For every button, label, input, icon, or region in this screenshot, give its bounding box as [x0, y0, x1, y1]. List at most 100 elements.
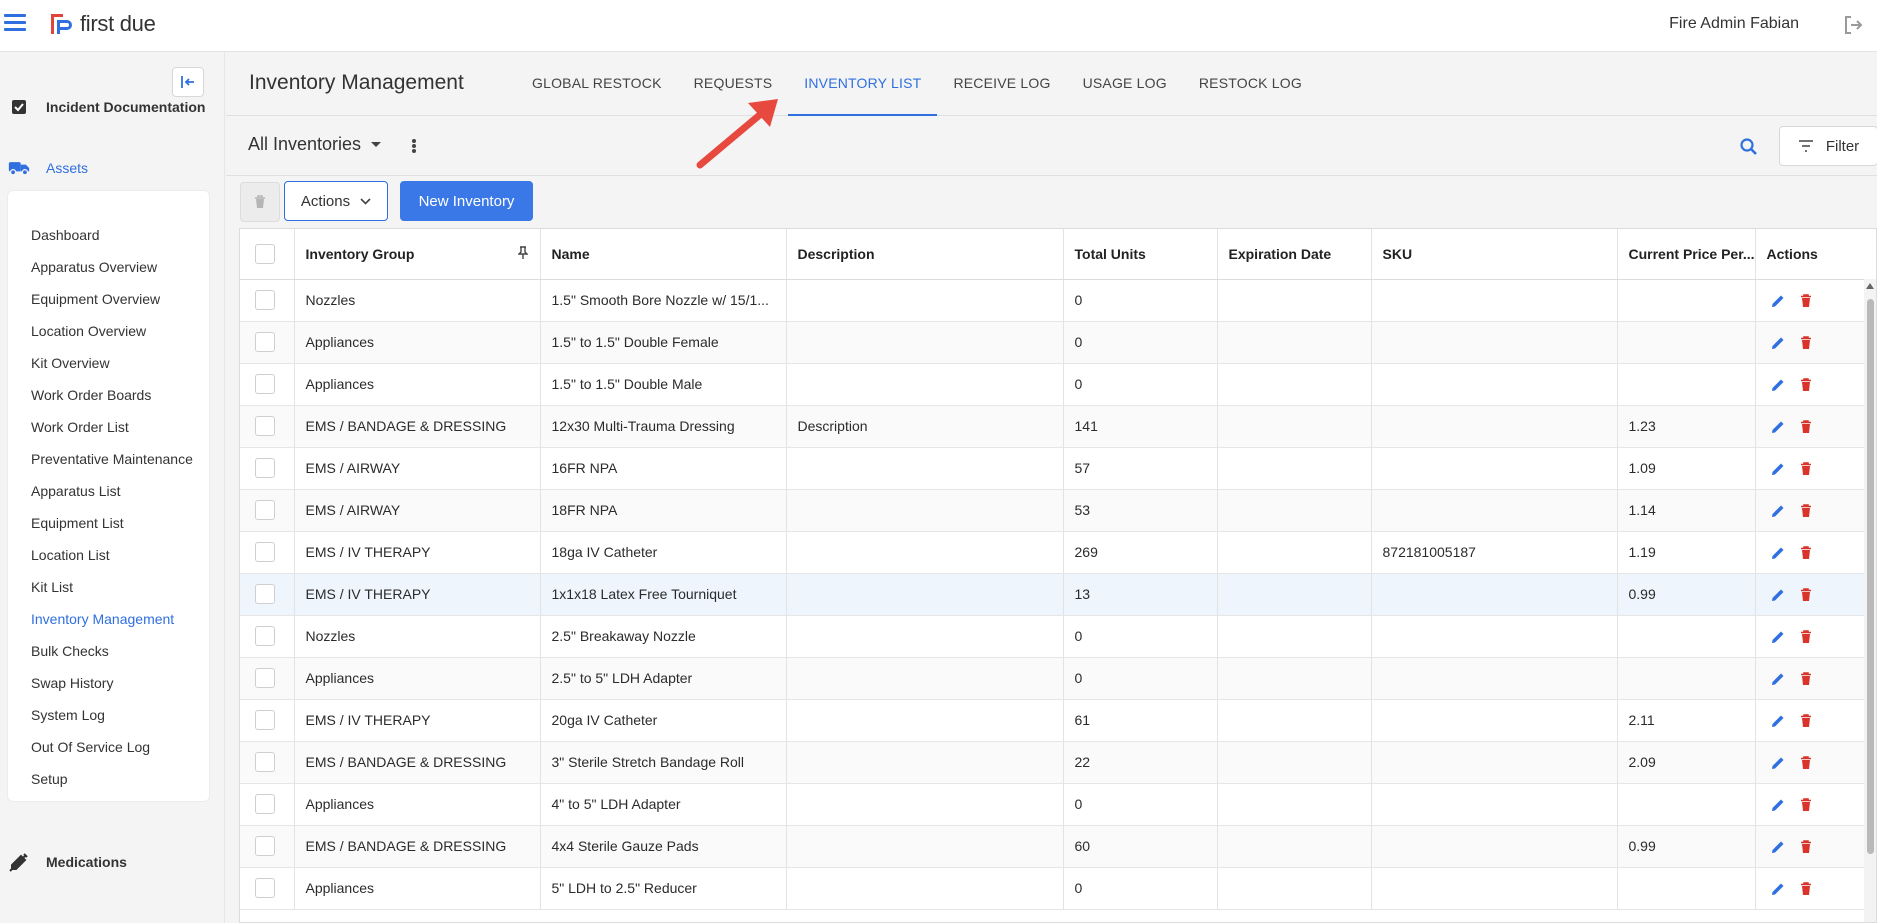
row-checkbox[interactable]: [255, 752, 275, 772]
scroll-up-icon[interactable]: [1866, 283, 1874, 289]
edit-icon[interactable]: [1770, 503, 1786, 519]
table-row[interactable]: EMS / IV THERAPY 18ga IV Catheter 269 87218…: [240, 531, 1876, 574]
select-all-checkbox[interactable]: [255, 243, 275, 264]
sidebar-item-swap-history[interactable]: Swap History: [8, 667, 209, 699]
column-header-total-units[interactable]: Total Units: [1063, 229, 1218, 280]
filter-button[interactable]: Filter: [1779, 126, 1877, 166]
row-checkbox[interactable]: [255, 668, 275, 688]
row-checkbox-cell[interactable]: [240, 489, 295, 532]
delete-icon[interactable]: [1798, 755, 1814, 771]
delete-icon[interactable]: [1798, 335, 1814, 351]
logout-icon[interactable]: [1841, 13, 1865, 37]
sidebar-item-preventative-maintenance[interactable]: Preventative Maintenance: [8, 443, 209, 475]
column-header-expiration-date[interactable]: Expiration Date: [1217, 229, 1372, 280]
delete-icon[interactable]: [1798, 503, 1814, 519]
table-row[interactable]: EMS / BANDAGE & DRESSING 3" Sterile Stret…: [240, 741, 1876, 784]
table-row[interactable]: Appliances 1.5" to 1.5" Double Female 0: [240, 321, 1876, 364]
tab-global-restock[interactable]: GLOBAL RESTOCK: [516, 52, 678, 116]
sidebar-item-bulk-checks[interactable]: Bulk Checks: [8, 635, 209, 667]
bulk-delete-button[interactable]: [240, 182, 280, 222]
table-row[interactable]: Appliances 5" LDH to 2.5" Reducer 0: [240, 867, 1876, 910]
edit-icon[interactable]: [1770, 335, 1786, 351]
table-row[interactable]: Appliances 4" to 5" LDH Adapter 0: [240, 783, 1876, 826]
table-row[interactable]: EMS / AIRWAY 16FR NPA 57 1.09: [240, 447, 1876, 490]
row-checkbox-cell[interactable]: [240, 573, 295, 616]
table-row[interactable]: Nozzles 2.5" Breakaway Nozzle 0: [240, 615, 1876, 658]
sidebar-item-out-of-service-log[interactable]: Out Of Service Log: [8, 731, 209, 763]
sidebar-item-apparatus-overview[interactable]: Apparatus Overview: [8, 251, 209, 283]
edit-icon[interactable]: [1770, 377, 1786, 393]
delete-icon[interactable]: [1798, 881, 1814, 897]
edit-icon[interactable]: [1770, 755, 1786, 771]
delete-icon[interactable]: [1798, 839, 1814, 855]
delete-icon[interactable]: [1798, 419, 1814, 435]
table-row[interactable]: EMS / IV THERAPY 20ga IV Catheter 61 2.11: [240, 699, 1876, 742]
row-checkbox-cell[interactable]: [240, 447, 295, 490]
row-checkbox-cell[interactable]: [240, 825, 295, 868]
sidebar-section-medications[interactable]: Medications: [8, 852, 127, 872]
sidebar-item-setup[interactable]: Setup: [8, 763, 209, 795]
table-row[interactable]: EMS / AIRWAY 18FR NPA 53 1.14: [240, 489, 1876, 532]
hamburger-icon[interactable]: [4, 14, 26, 32]
sidebar-item-kit-list[interactable]: Kit List: [8, 571, 209, 603]
delete-icon[interactable]: [1798, 629, 1814, 645]
sidebar-item-inventory-management[interactable]: Inventory Management: [8, 603, 209, 635]
edit-icon[interactable]: [1770, 293, 1786, 309]
app-logo[interactable]: first due: [48, 11, 156, 37]
row-checkbox-cell[interactable]: [240, 531, 295, 574]
tab-usage-log[interactable]: USAGE LOG: [1067, 52, 1183, 116]
row-checkbox[interactable]: [255, 332, 275, 352]
sidebar-section-assets[interactable]: Assets: [8, 158, 88, 178]
table-row[interactable]: EMS / BANDAGE & DRESSING 12x30 Multi-Trau…: [240, 405, 1876, 448]
sidebar-item-work-order-boards[interactable]: Work Order Boards: [8, 379, 209, 411]
row-checkbox-cell[interactable]: [240, 867, 295, 910]
sidebar-item-equipment-list[interactable]: Equipment List: [8, 507, 209, 539]
tab-inventory-list[interactable]: INVENTORY LIST: [788, 52, 938, 116]
row-checkbox[interactable]: [255, 416, 275, 436]
sidebar-item-system-log[interactable]: System Log: [8, 699, 209, 731]
delete-icon[interactable]: [1798, 671, 1814, 687]
row-checkbox-cell[interactable]: [240, 615, 295, 658]
tab-restock-log[interactable]: RESTOCK LOG: [1183, 52, 1318, 116]
column-header-name[interactable]: Name: [540, 229, 787, 280]
row-checkbox[interactable]: [255, 794, 275, 814]
row-checkbox[interactable]: [255, 500, 275, 520]
edit-icon[interactable]: [1770, 713, 1786, 729]
select-all-checkbox-cell[interactable]: [240, 229, 295, 280]
edit-icon[interactable]: [1770, 629, 1786, 645]
column-header-description[interactable]: Description: [786, 229, 1064, 280]
sidebar-section-incident[interactable]: Incident Documentation: [8, 97, 205, 117]
row-checkbox[interactable]: [255, 710, 275, 730]
edit-icon[interactable]: [1770, 797, 1786, 813]
scrollbar-thumb[interactable]: [1867, 299, 1874, 854]
edit-icon[interactable]: [1770, 881, 1786, 897]
sidebar-item-kit-overview[interactable]: Kit Overview: [8, 347, 209, 379]
delete-icon[interactable]: [1798, 587, 1814, 603]
sidebar-item-dashboard[interactable]: Dashboard: [8, 219, 209, 251]
pin-icon[interactable]: [517, 246, 528, 260]
column-header-current-price[interactable]: Current Price Per...: [1617, 229, 1756, 280]
column-header-inventory-group[interactable]: Inventory Group: [294, 229, 541, 280]
delete-icon[interactable]: [1798, 461, 1814, 477]
search-icon[interactable]: [1738, 136, 1760, 158]
row-checkbox[interactable]: [255, 626, 275, 646]
edit-icon[interactable]: [1770, 839, 1786, 855]
row-checkbox-cell[interactable]: [240, 363, 295, 406]
row-checkbox[interactable]: [255, 542, 275, 562]
sidebar-item-equipment-overview[interactable]: Equipment Overview: [8, 283, 209, 315]
row-checkbox-cell[interactable]: [240, 321, 295, 364]
sidebar-item-apparatus-list[interactable]: Apparatus List: [8, 475, 209, 507]
table-row[interactable]: EMS / BANDAGE & DRESSING 4x4 Sterile Gauz…: [240, 825, 1876, 868]
row-checkbox-cell[interactable]: [240, 783, 295, 826]
edit-icon[interactable]: [1770, 545, 1786, 561]
edit-icon[interactable]: [1770, 671, 1786, 687]
delete-icon[interactable]: [1798, 545, 1814, 561]
tab-requests[interactable]: REQUESTS: [678, 52, 789, 116]
row-checkbox[interactable]: [255, 878, 275, 898]
sidebar-item-work-order-list[interactable]: Work Order List: [8, 411, 209, 443]
delete-icon[interactable]: [1798, 797, 1814, 813]
table-row[interactable]: Appliances 2.5" to 5" LDH Adapter 0: [240, 657, 1876, 700]
row-checkbox-cell[interactable]: [240, 657, 295, 700]
inventory-select[interactable]: All Inventories: [248, 134, 382, 155]
edit-icon[interactable]: [1770, 587, 1786, 603]
